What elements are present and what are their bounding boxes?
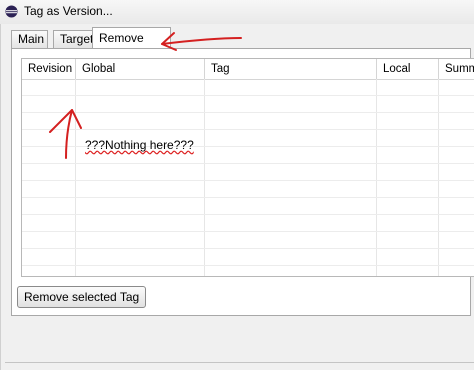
empty-row [22,181,474,198]
eclipse-app-icon [5,5,18,18]
empty-row [22,198,474,215]
remove-selected-tag-button[interactable]: Remove selected Tag [17,286,147,308]
empty-row [22,232,474,249]
column-header-summary[interactable]: Summ [439,59,474,79]
column-header-tag[interactable]: Tag [205,59,377,79]
column-header-revision[interactable]: Revision [22,59,76,79]
annotation-note: ???Nothing here??? [85,138,194,152]
tags-table[interactable]: Revision Global Tag Local Summ [21,58,474,277]
column-header-global[interactable]: Global [76,59,205,79]
tab-remove-tag[interactable]: Remove Tag [92,27,171,65]
tab-main[interactable]: Main [11,30,48,48]
empty-row [22,215,474,232]
window-title: Tag as Version... [24,4,113,18]
tab-main-label: Main [18,32,45,46]
empty-row [22,79,474,96]
title-bar: Tag as Version... [0,0,474,25]
column-header-local[interactable]: Local [377,59,439,79]
empty-row [22,113,474,130]
empty-row [22,164,474,181]
divider [5,362,474,363]
annotation-text: ???Nothing here??? [85,138,194,152]
table-header: Revision Global Tag Local Summ [22,59,474,80]
tab-target-label: Target [60,32,94,46]
empty-row [22,249,474,266]
empty-row [22,96,474,113]
